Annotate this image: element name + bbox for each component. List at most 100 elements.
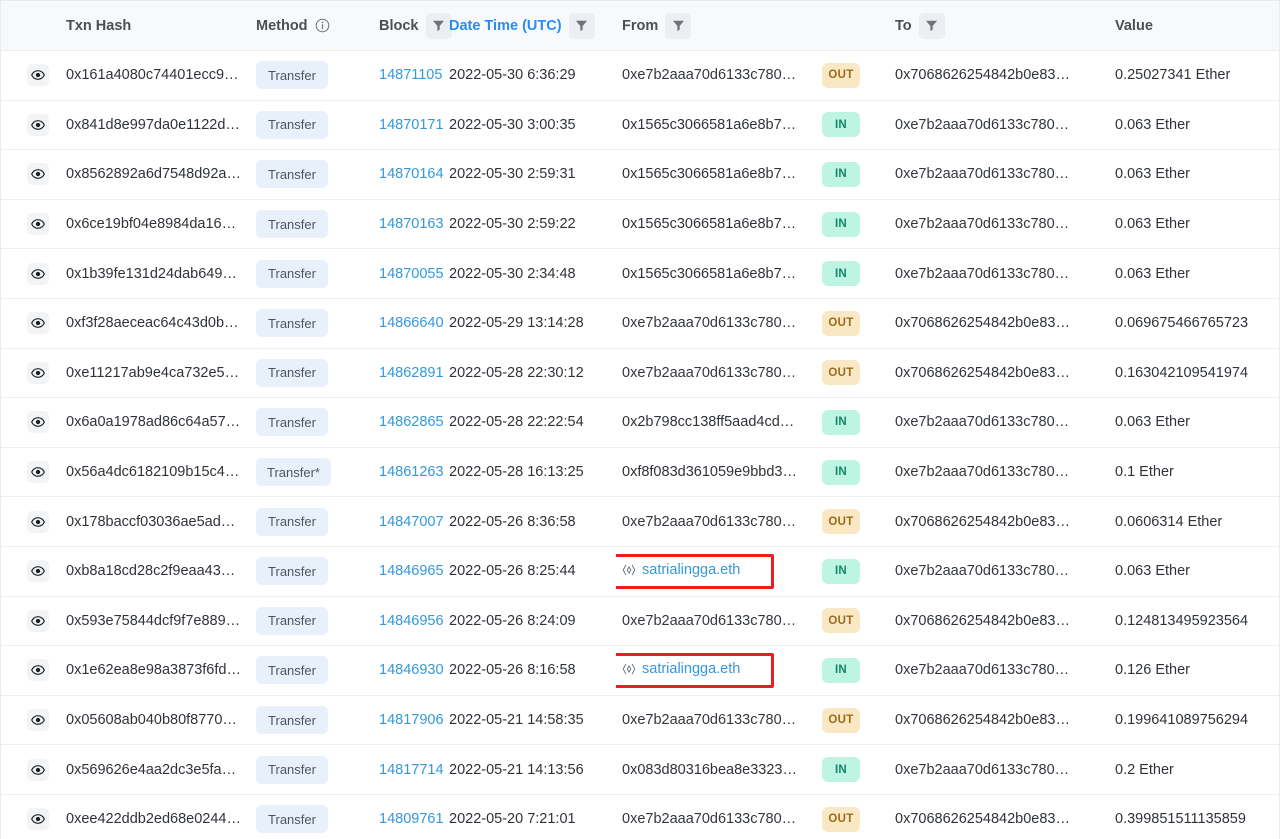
eye-icon[interactable]	[27, 64, 49, 87]
table-row[interactable]: 0x6a0a1978ad86c64a57… Transfer 14862865 202…	[1, 397, 1279, 448]
txn-hash-link[interactable]: 0x56a4dc6182109b15c4…	[66, 464, 239, 480]
method-badge[interactable]: Transfer	[256, 210, 328, 239]
filter-icon-date-time[interactable]	[568, 12, 595, 39]
block-link[interactable]: 14817906	[379, 712, 444, 728]
txn-hash-link[interactable]: 0x6a0a1978ad86c64a57…	[66, 414, 240, 430]
txn-hash-link[interactable]: 0x161a4080c74401ecc9…	[66, 67, 239, 83]
method-badge[interactable]: Transfer	[256, 160, 328, 189]
ens-name-link[interactable]: satrialingga.eth	[622, 661, 740, 677]
block-link[interactable]: 14817714	[379, 762, 444, 778]
table-row[interactable]: 0x841d8e997da0e1122d… Transfer 14870171 202…	[1, 99, 1279, 150]
block-link[interactable]: 14871105	[379, 67, 442, 83]
table-row[interactable]: 0xf3f28aeceac64c43d0b… Transfer 14866640 20…	[1, 297, 1279, 349]
method-badge[interactable]: Transfer*	[256, 458, 331, 487]
info-icon[interactable]	[315, 18, 330, 33]
eye-icon[interactable]	[27, 709, 49, 732]
block-link[interactable]: 14870164	[379, 166, 444, 182]
filter-icon-from[interactable]	[665, 12, 692, 39]
block-link[interactable]: 14862865	[379, 414, 444, 430]
block-link[interactable]: 14866640	[379, 315, 444, 331]
txn-hash-link[interactable]: 0x841d8e997da0e1122d…	[66, 117, 240, 133]
to-address-link[interactable]: 0x7068626254842b0e83…	[895, 613, 1070, 629]
txn-hash-link[interactable]: 0xf3f28aeceac64c43d0b…	[66, 315, 239, 331]
method-badge[interactable]: Transfer	[256, 408, 328, 437]
eye-icon[interactable]	[27, 163, 49, 186]
eye-icon[interactable]	[27, 461, 49, 484]
txn-hash-link[interactable]: 0x569626e4aa2dc3e5fa…	[66, 762, 236, 778]
txn-hash-link[interactable]: 0x593e75844dcf9f7e889…	[66, 613, 240, 629]
block-link[interactable]: 14846930	[379, 662, 444, 678]
eye-icon[interactable]	[27, 808, 49, 831]
block-link[interactable]: 14870055	[379, 266, 444, 282]
filter-icon-block[interactable]	[425, 12, 452, 39]
table-row[interactable]: 0x178baccf03036ae5ad… Transfer 14847007 202…	[1, 496, 1279, 547]
table-row[interactable]: 0x1b39fe131d24dab649… Transfer 14870055 202…	[1, 248, 1279, 299]
method-badge[interactable]: Transfer	[256, 358, 328, 387]
method-badge[interactable]: Transfer	[256, 706, 328, 735]
block-link[interactable]: 14809761	[379, 811, 444, 827]
to-address-link[interactable]: 0x7068626254842b0e83…	[895, 514, 1070, 530]
eye-icon[interactable]	[27, 312, 49, 335]
eye-icon[interactable]	[27, 113, 49, 136]
txn-hash-link[interactable]: 0x1b39fe131d24dab649…	[66, 266, 237, 282]
txn-hash-link[interactable]: 0xb8a18cd28c2f9eaa43…	[66, 563, 235, 579]
method-badge[interactable]: Transfer	[256, 805, 328, 834]
to-address-link[interactable]: 0x7068626254842b0e83…	[895, 365, 1070, 381]
method-badge[interactable]: Transfer	[256, 309, 328, 338]
txn-hash-link[interactable]: 0x1e62ea8e98a3873f6fd…	[66, 662, 241, 678]
from-address-link[interactable]: 0x1565c3066581a6e8b7…	[622, 266, 796, 282]
from-address-link[interactable]: 0x1565c3066581a6e8b7…	[622, 166, 796, 182]
txn-hash-link[interactable]: 0xe11217ab9e4ca732e5…	[66, 365, 239, 381]
eye-icon[interactable]	[27, 609, 49, 632]
to-address-link[interactable]: 0x7068626254842b0e83…	[895, 811, 1070, 827]
eye-icon[interactable]	[27, 510, 49, 533]
table-row[interactable]: 0x161a4080c74401ecc9… Transfer 14871105 202…	[1, 51, 1279, 101]
eye-icon[interactable]	[27, 560, 49, 583]
method-badge[interactable]: Transfer	[256, 110, 328, 139]
block-link[interactable]: 14847007	[379, 514, 444, 530]
block-link[interactable]: 14846965	[379, 563, 444, 579]
method-badge[interactable]: Transfer	[256, 61, 328, 90]
table-row[interactable]: 0x593e75844dcf9f7e889… Transfer 14846956 20…	[1, 595, 1279, 646]
table-row[interactable]: 0x569626e4aa2dc3e5fa… Transfer 14817714 202…	[1, 744, 1279, 795]
method-badge[interactable]: Transfer	[256, 656, 328, 685]
method-badge[interactable]: Transfer	[256, 557, 328, 586]
table-row[interactable]: 0x1e62ea8e98a3873f6fd… Transfer 14846930 20…	[1, 645, 1279, 696]
to-address-link[interactable]: 0x7068626254842b0e83…	[895, 67, 1070, 83]
eye-icon[interactable]	[27, 758, 49, 781]
to-address-link[interactable]: 0x7068626254842b0e83…	[895, 712, 1070, 728]
from-address-link[interactable]: 0x083d80316bea8e3323…	[622, 762, 797, 778]
method-badge[interactable]: Transfer	[256, 259, 328, 288]
block-link[interactable]: 14846956	[379, 613, 444, 629]
from-address-link[interactable]: 0x1565c3066581a6e8b7…	[622, 117, 796, 133]
block-link[interactable]: 14870171	[379, 117, 444, 133]
method-badge[interactable]: Transfer	[256, 606, 328, 635]
block-link[interactable]: 14870163	[379, 216, 444, 232]
table-row[interactable]: 0x05608ab040b80f8770… Transfer 14817906 202…	[1, 694, 1279, 745]
table-row[interactable]: 0xe11217ab9e4ca732e5… Transfer 14862891 202…	[1, 347, 1279, 398]
table-row[interactable]: 0x8562892a6d7548d92a… Transfer 14870164 202…	[1, 149, 1279, 200]
method-badge[interactable]: Transfer	[256, 755, 328, 784]
table-row[interactable]: 0x56a4dc6182109b15c4… Transfer* 14861263 20…	[1, 446, 1279, 497]
txn-hash-link[interactable]: 0x05608ab040b80f8770…	[66, 712, 237, 728]
from-address-link[interactable]: 0x1565c3066581a6e8b7…	[622, 216, 796, 232]
eye-icon[interactable]	[27, 411, 49, 434]
table-row[interactable]: 0x6ce19bf04e8984da16… Transfer 14870163 202…	[1, 198, 1279, 249]
eye-icon[interactable]	[27, 361, 49, 384]
eye-icon[interactable]	[27, 659, 49, 682]
txn-hash-link[interactable]: 0x178baccf03036ae5ad…	[66, 514, 235, 530]
method-badge[interactable]: Transfer	[256, 507, 328, 536]
block-link[interactable]: 14862891	[379, 365, 444, 381]
txn-hash-link[interactable]: 0xee422ddb2ed68e0244…	[66, 811, 241, 827]
from-address-link[interactable]: 0x2b798cc138ff5aad4cd…	[622, 414, 794, 430]
table-row[interactable]: 0xee422ddb2ed68e0244… Transfer 14809761 202…	[1, 793, 1279, 839]
to-address-link[interactable]: 0x7068626254842b0e83…	[895, 315, 1070, 331]
ens-name-link[interactable]: satrialingga.eth	[622, 562, 740, 578]
txn-hash-link[interactable]: 0x6ce19bf04e8984da16…	[66, 216, 236, 232]
column-header-date-time-label[interactable]: Date Time (UTC)	[449, 18, 562, 34]
table-row[interactable]: 0xb8a18cd28c2f9eaa43… Transfer 14846965 202…	[1, 545, 1279, 597]
block-link[interactable]: 14861263	[379, 464, 444, 480]
filter-icon-to[interactable]	[918, 12, 945, 39]
eye-icon[interactable]	[27, 262, 49, 285]
eye-icon[interactable]	[27, 213, 49, 236]
